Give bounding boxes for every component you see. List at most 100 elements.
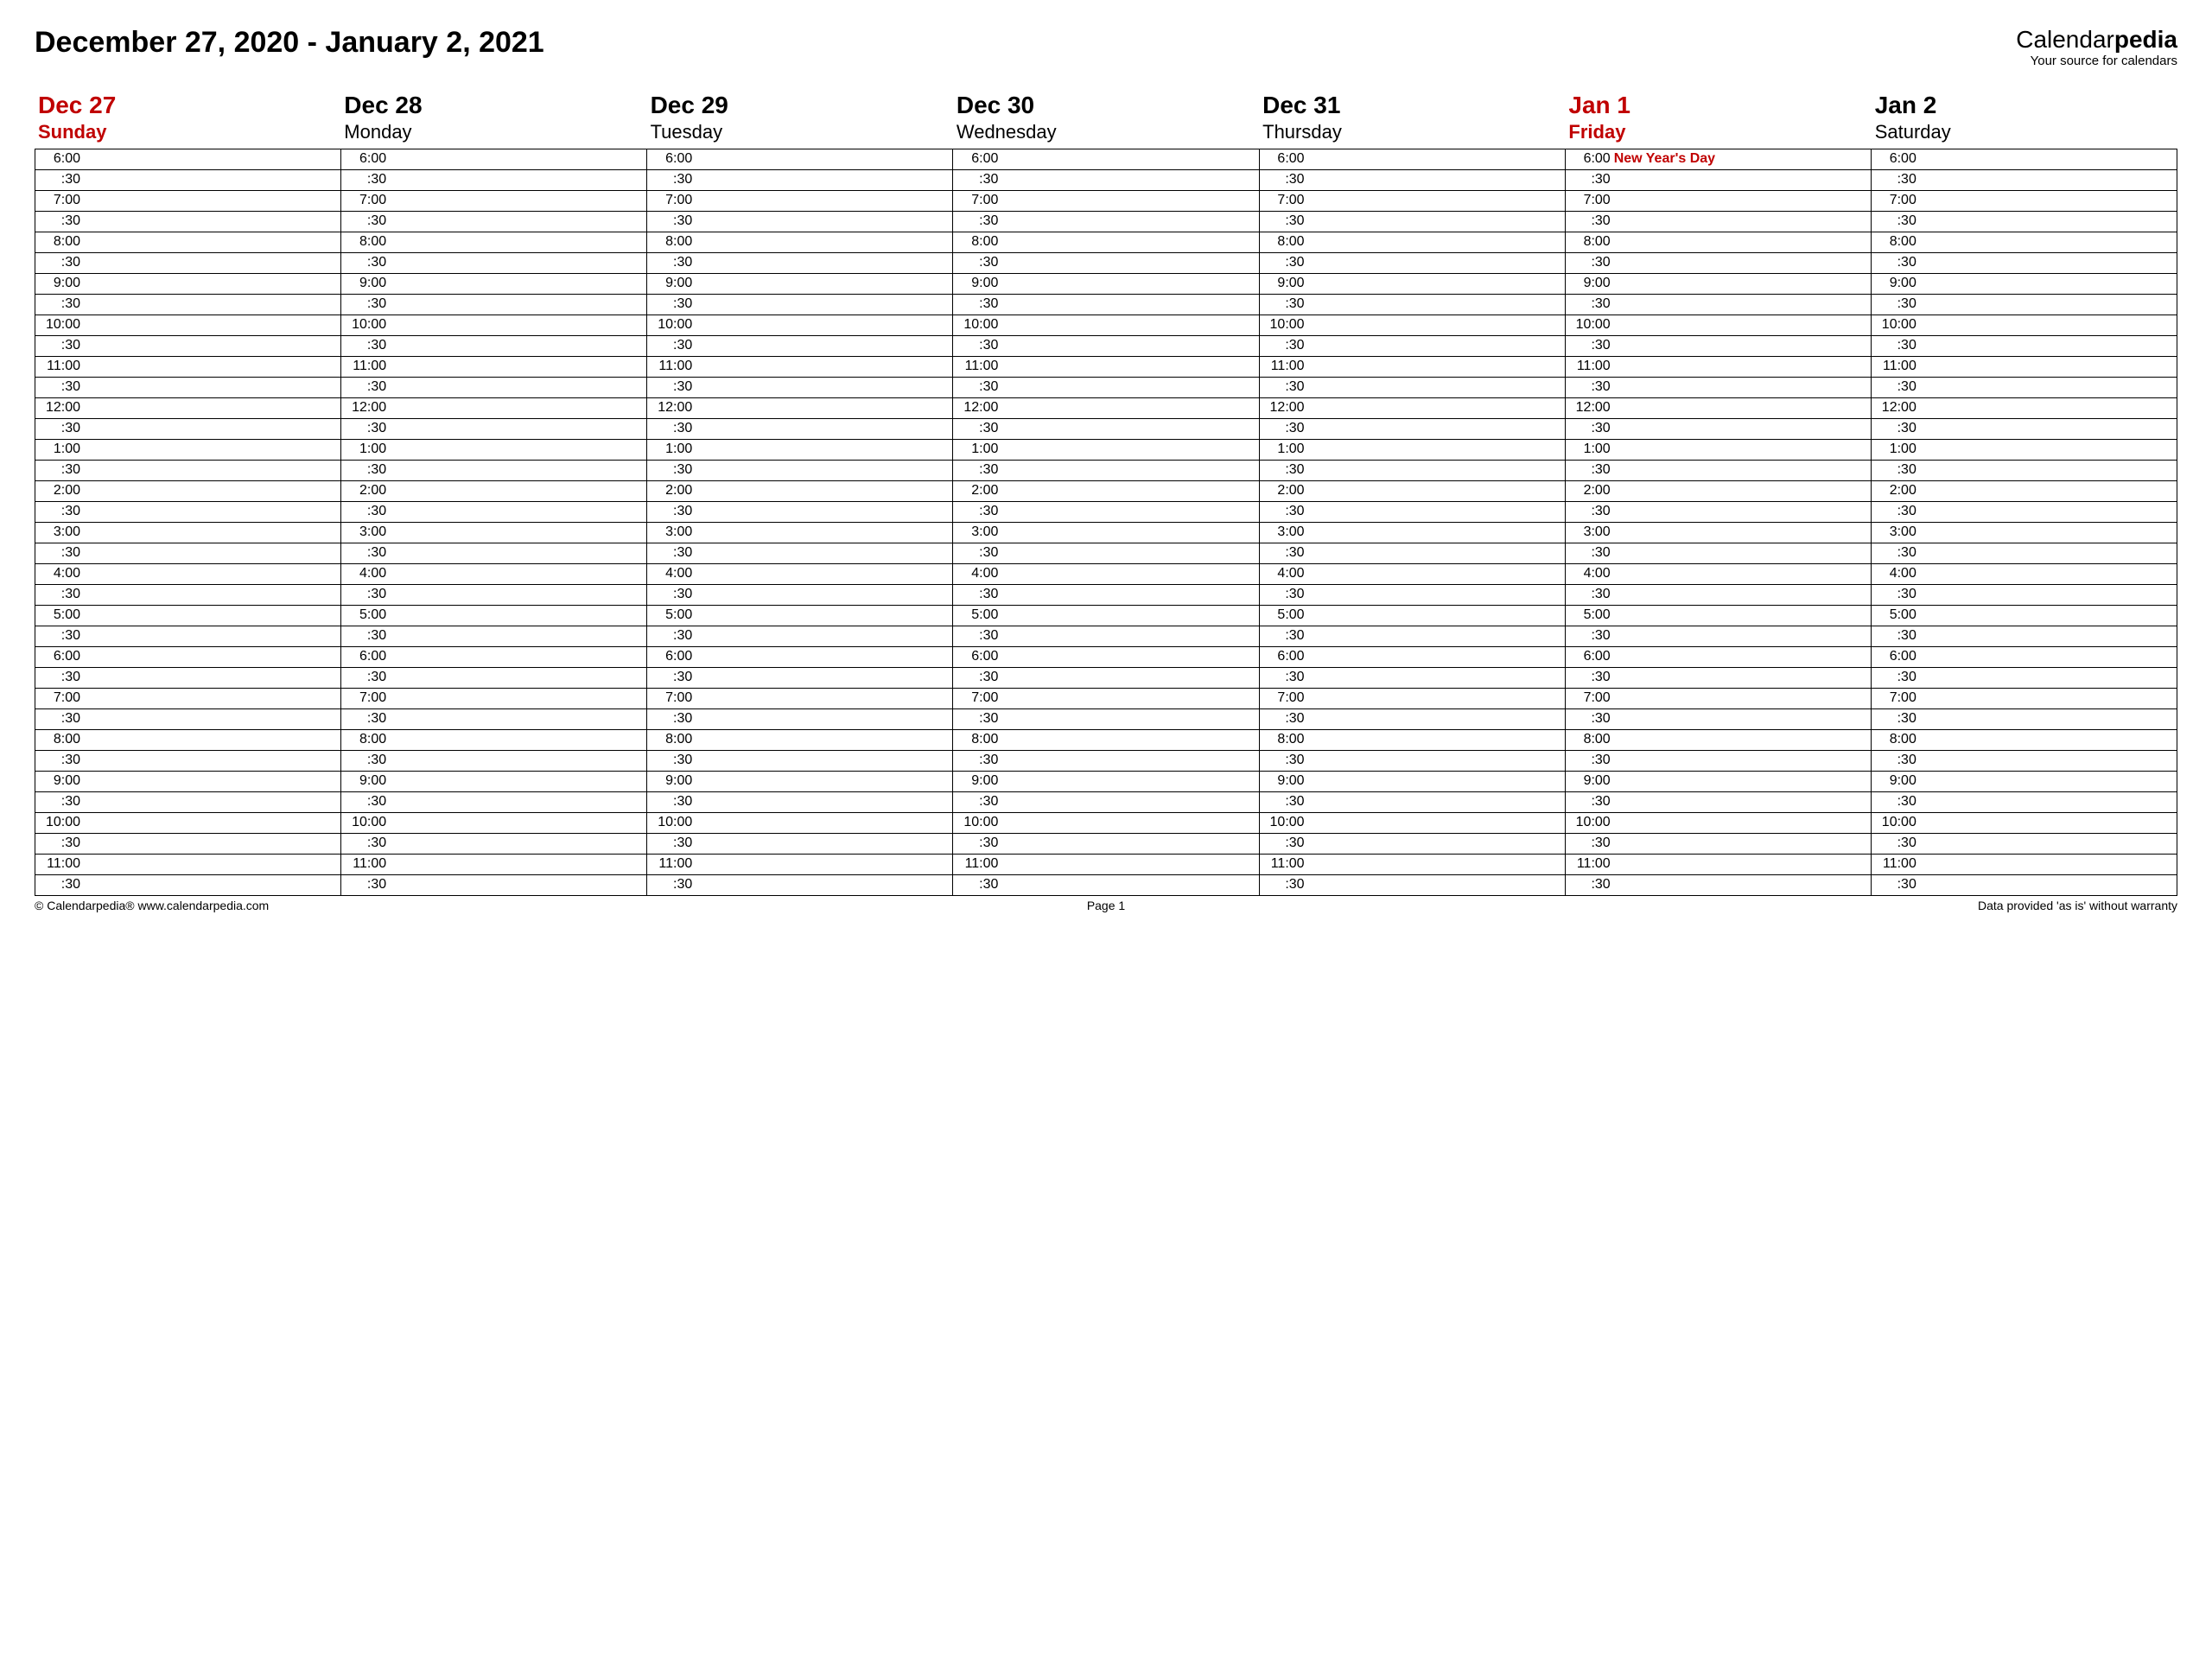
time-label: :30 [1566, 462, 1611, 478]
time-cell: :30 [647, 460, 953, 480]
time-cell: 7:00 [341, 190, 647, 211]
time-label: 8:00 [647, 732, 692, 747]
time-label: :30 [35, 296, 80, 312]
time-cell: 10:00 [1871, 315, 2177, 335]
time-label: :30 [341, 379, 386, 395]
time-cell: :30 [1871, 335, 2177, 356]
time-cell: 12:00 [647, 397, 953, 418]
time-cell: :30 [35, 874, 341, 895]
time-row: 2:002:002:002:002:002:002:00 [35, 480, 2177, 501]
time-cell: :30 [1259, 543, 1565, 563]
time-cell: 12:00 [35, 397, 341, 418]
time-label: 7:00 [35, 193, 80, 208]
time-cell: 10:00 [1565, 812, 1871, 833]
time-cell: :30 [953, 708, 1259, 729]
day-name: Friday [1568, 121, 1871, 143]
time-cell: :30 [953, 667, 1259, 688]
time-label: 7:00 [35, 690, 80, 706]
time-row: :30:30:30:30:30:30:30 [35, 584, 2177, 605]
time-label: :30 [35, 628, 80, 644]
time-cell: 6:00 [1565, 646, 1871, 667]
time-row: :30:30:30:30:30:30:30 [35, 294, 2177, 315]
time-cell: 11:00 [35, 356, 341, 377]
time-cell: 8:00 [1259, 232, 1565, 252]
time-cell: 9:00 [1565, 273, 1871, 294]
time-cell: :30 [341, 667, 647, 688]
day-name: Wednesday [957, 121, 1259, 143]
time-cell: 5:00 [35, 605, 341, 626]
time-label: 10:00 [1872, 317, 1916, 333]
time-label: :30 [953, 836, 998, 851]
time-label: 1:00 [1260, 442, 1305, 457]
header: December 27, 2020 - January 2, 2021 Cale… [35, 26, 2177, 68]
time-cell: 9:00 [341, 273, 647, 294]
time-cell: 8:00 [35, 729, 341, 750]
time-cell: 6:00 [341, 646, 647, 667]
time-label: :30 [1566, 836, 1611, 851]
time-label: :30 [1872, 587, 1916, 602]
time-cell: :30 [1259, 294, 1565, 315]
time-label: :30 [647, 545, 692, 561]
time-label: :30 [1260, 379, 1305, 395]
time-label: :30 [35, 711, 80, 727]
time-label: 8:00 [1872, 234, 1916, 250]
time-row: 6:006:006:006:006:006:006:00 [35, 646, 2177, 667]
time-cell: :30 [1871, 874, 2177, 895]
time-label: 1:00 [35, 442, 80, 457]
time-label: :30 [35, 587, 80, 602]
time-label: 5:00 [35, 607, 80, 623]
time-label: :30 [1566, 753, 1611, 768]
time-cell: :30 [1871, 667, 2177, 688]
time-label: 1:00 [1872, 442, 1916, 457]
time-cell: 8:00 [341, 729, 647, 750]
time-label: :30 [35, 670, 80, 685]
time-label: :30 [1566, 794, 1611, 810]
date-range-title: December 27, 2020 - January 2, 2021 [35, 26, 544, 60]
time-label: 12:00 [953, 400, 998, 416]
time-label: :30 [953, 670, 998, 685]
time-label: :30 [1260, 794, 1305, 810]
time-label: :30 [35, 545, 80, 561]
time-label: 8:00 [35, 732, 80, 747]
time-label: :30 [1260, 836, 1305, 851]
time-row: 7:007:007:007:007:007:007:00 [35, 190, 2177, 211]
time-cell: 1:00 [1565, 439, 1871, 460]
time-cell: :30 [647, 833, 953, 854]
time-label: :30 [35, 421, 80, 436]
time-row: :30:30:30:30:30:30:30 [35, 460, 2177, 480]
time-label: :30 [1872, 338, 1916, 353]
time-cell: 6:00 [953, 149, 1259, 169]
time-label: :30 [35, 255, 80, 270]
brand-part2: pedia [2114, 26, 2177, 53]
time-label: 6:00 [1260, 649, 1305, 664]
time-cell: :30 [647, 294, 953, 315]
time-label: :30 [35, 794, 80, 810]
day-date: Dec 31 [1262, 92, 1565, 119]
time-cell: 7:00 [1871, 688, 2177, 708]
time-label: 12:00 [1566, 400, 1611, 416]
time-label: 12:00 [647, 400, 692, 416]
time-cell: 2:00 [341, 480, 647, 501]
time-label: 11:00 [341, 359, 386, 374]
time-cell: 2:00 [35, 480, 341, 501]
time-label: 1:00 [647, 442, 692, 457]
time-label: 8:00 [647, 234, 692, 250]
time-label: :30 [1872, 379, 1916, 395]
time-cell: :30 [1259, 460, 1565, 480]
time-cell: :30 [953, 791, 1259, 812]
time-cell: :30 [647, 543, 953, 563]
time-row: :30:30:30:30:30:30:30 [35, 667, 2177, 688]
time-cell: :30 [35, 750, 341, 771]
time-cell: :30 [35, 543, 341, 563]
time-label: 8:00 [341, 234, 386, 250]
time-cell: 1:00 [1259, 439, 1565, 460]
time-cell: 12:00 [1871, 397, 2177, 418]
time-cell: 1:00 [35, 439, 341, 460]
time-label: 10:00 [341, 815, 386, 830]
time-label: 5:00 [953, 607, 998, 623]
time-label: 10:00 [1260, 317, 1305, 333]
time-label: 7:00 [1872, 690, 1916, 706]
time-label: 3:00 [1260, 524, 1305, 540]
time-cell: 6:00 [1259, 646, 1565, 667]
time-label: :30 [1566, 545, 1611, 561]
